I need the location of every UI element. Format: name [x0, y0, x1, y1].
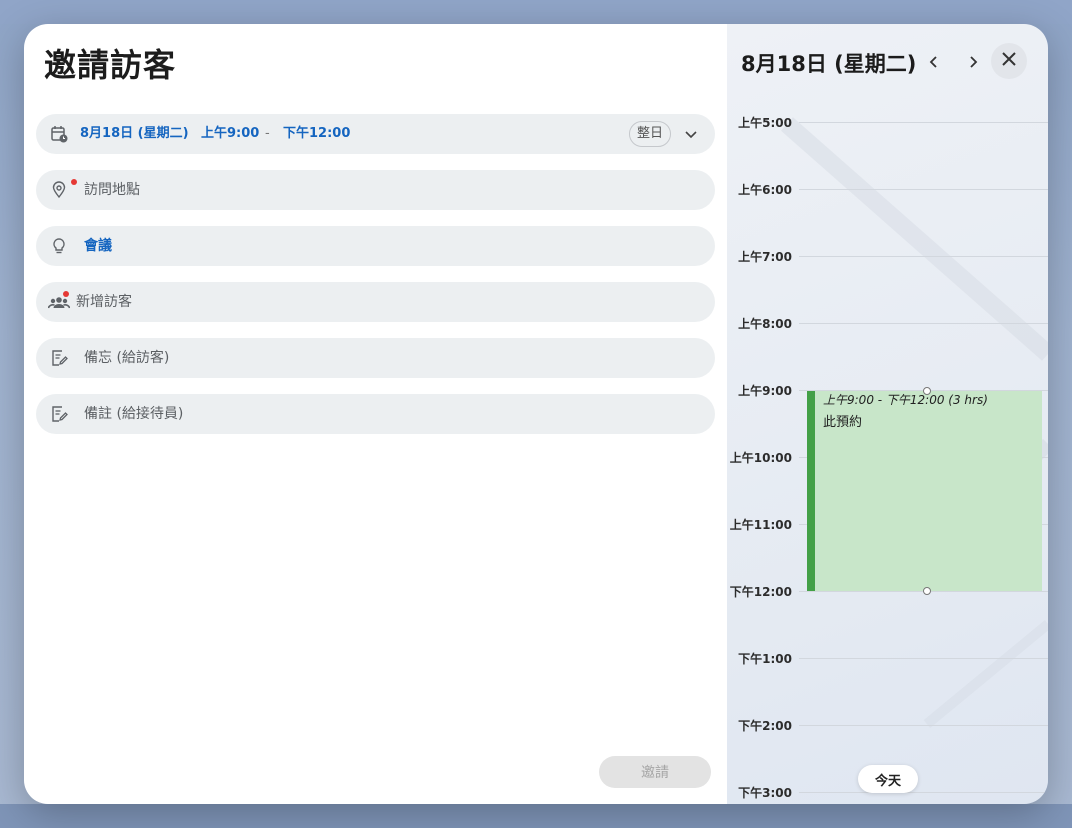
chevron-left-icon[interactable] [924, 52, 944, 72]
event-title: 此預約 [823, 415, 863, 430]
hour-gridline [799, 658, 1048, 659]
end-time-value[interactable]: 下午12:00 [283, 114, 350, 154]
hour-label: 上午10:00 [729, 451, 792, 465]
event-resize-handle-top[interactable] [923, 387, 931, 395]
close-button[interactable] [991, 43, 1027, 79]
hour-label: 下午12:00 [729, 585, 792, 599]
today-button[interactable]: 今天 [858, 765, 918, 793]
note-edit-icon [50, 349, 68, 367]
hour-gridline [799, 792, 1048, 793]
chevron-down-icon[interactable] [683, 126, 699, 142]
hour-label: 下午2:00 [738, 719, 792, 733]
lightbulb-icon [50, 237, 68, 255]
invite-button[interactable]: 邀請 [599, 756, 711, 788]
memo-staff-placeholder: 備註 (給接待員) [84, 406, 184, 422]
purpose-value: 會議 [84, 238, 112, 254]
hour-row: 上午6:00 [727, 183, 1048, 197]
location-pin-icon [50, 181, 68, 199]
memo-staff-field[interactable]: 備註 (給接待員) [36, 394, 715, 434]
required-indicator [71, 179, 77, 185]
hour-label: 下午3:00 [738, 786, 792, 800]
close-icon[interactable] [999, 49, 1019, 73]
hour-gridline [799, 122, 1048, 123]
purpose-field[interactable]: 會議 [36, 226, 715, 266]
calendar-clock-icon [50, 125, 68, 143]
datetime-field[interactable]: 8月18日 (星期二) 上午9:00 - 下午12:00 整日 [36, 114, 715, 154]
invite-visitor-dialog: 邀請訪客 8月18日 (星期二) 上午9:00 - 下午12:00 整日 訪問地… [24, 24, 1048, 804]
required-indicator [63, 291, 69, 297]
hour-label: 上午7:00 [738, 250, 792, 264]
hour-label: 下午1:00 [738, 652, 792, 666]
time-separator: - [265, 126, 270, 141]
hour-row: 上午7:00 [727, 250, 1048, 264]
date-value[interactable]: 8月18日 (星期二) [80, 114, 189, 154]
invite-form-panel: 邀請訪客 8月18日 (星期二) 上午9:00 - 下午12:00 整日 訪問地… [24, 24, 727, 804]
add-guest-placeholder: 新增訪客 [76, 294, 132, 310]
event-block[interactable]: 上午9:00 - 下午12:00 (3 hrs) 此預約 [807, 391, 1042, 591]
hour-label: 上午9:00 [738, 384, 792, 398]
hour-row: 下午12:00 [727, 585, 1048, 599]
event-time-range: 上午9:00 - 下午12:00 (3 hrs) [823, 393, 988, 407]
background-window-titlebar [0, 0, 1072, 24]
note-edit-icon [50, 405, 68, 423]
hour-label: 上午6:00 [738, 183, 792, 197]
hour-label: 上午8:00 [738, 317, 792, 331]
background-window-footer [0, 804, 1072, 828]
calendar-date-title: 8月18日 (星期二) [741, 52, 917, 76]
hour-gridline [799, 323, 1048, 324]
hour-gridline [799, 189, 1048, 190]
hour-row: 上午5:00 [727, 116, 1048, 130]
hour-label: 上午5:00 [738, 116, 792, 130]
dialog-title: 邀請訪客 [44, 46, 177, 84]
start-time-value[interactable]: 上午9:00 [201, 114, 259, 154]
hour-label: 上午11:00 [729, 518, 792, 532]
hour-gridline [799, 725, 1048, 726]
add-guest-field[interactable]: 新增訪客 [36, 282, 715, 322]
hour-gridline [799, 256, 1048, 257]
location-placeholder: 訪問地點 [84, 182, 140, 198]
event-resize-handle-bottom[interactable] [923, 587, 931, 595]
memo-guest-field[interactable]: 備忘 (給訪客) [36, 338, 715, 378]
day-calendar-panel: 8月18日 (星期二) 上午5:00 上午6:00 上午7:00 上午8:00 上午9:… [727, 24, 1048, 804]
chevron-right-icon[interactable] [963, 52, 983, 72]
hour-row: 下午2:00 [727, 719, 1048, 733]
hour-row: 上午8:00 [727, 317, 1048, 331]
allday-toggle[interactable]: 整日 [628, 121, 671, 147]
location-field[interactable]: 訪問地點 [36, 170, 715, 210]
hour-row: 下午1:00 [727, 652, 1048, 666]
memo-guest-placeholder: 備忘 (給訪客) [84, 350, 170, 366]
